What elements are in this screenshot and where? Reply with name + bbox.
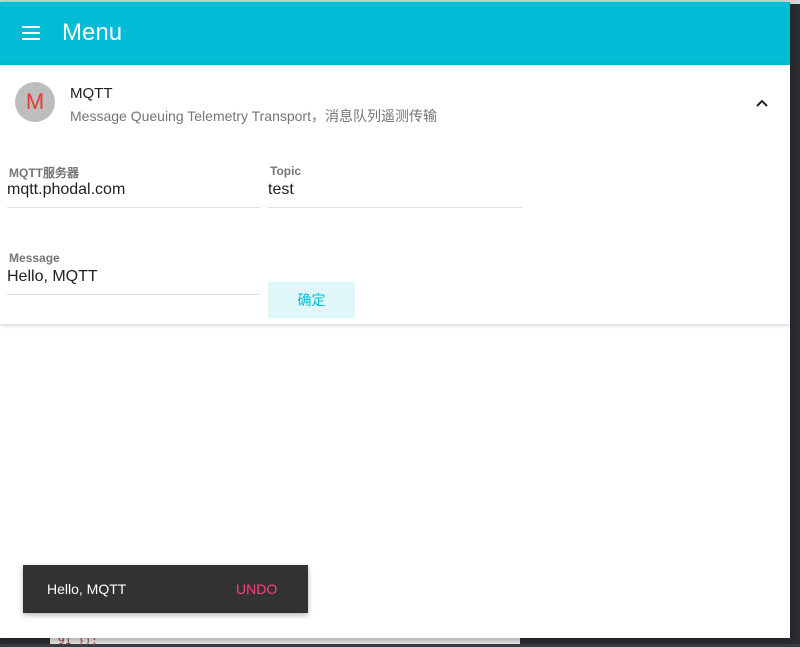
snackbar: Hello, MQTT UNDO [23, 565, 308, 613]
app-bar: Menu [0, 2, 790, 65]
app-window: Menu M MQTT Message Queuing Telemetry Tr… [0, 2, 790, 638]
confirm-button[interactable]: 确定 [268, 282, 355, 318]
topic-field: Topic [268, 164, 522, 210]
topic-input[interactable] [268, 177, 522, 203]
menu-icon[interactable] [22, 26, 40, 40]
message-underline [7, 294, 260, 295]
snackbar-message: Hello, MQTT [47, 581, 127, 597]
mqtt-server-input[interactable] [7, 177, 260, 203]
mqtt-server-underline [7, 207, 260, 208]
chevron-up-icon[interactable] [752, 93, 772, 113]
message-label: Message [9, 251, 60, 265]
mqtt-card: M MQTT Message Queuing Telemetry Transpo… [0, 65, 790, 324]
card-title: MQTT [70, 85, 113, 102]
avatar: M [15, 82, 55, 122]
message-input[interactable] [7, 264, 260, 290]
app-bar-title: Menu [62, 19, 123, 46]
card-subtitle: Message Queuing Telemetry Transport，消息队列… [70, 108, 437, 124]
mqtt-server-field: MQTT服务器 [7, 164, 260, 210]
snackbar-undo-button[interactable]: UNDO [236, 581, 277, 597]
card-header[interactable]: M MQTT Message Queuing Telemetry Transpo… [0, 65, 790, 137]
message-field: Message [7, 251, 260, 297]
topic-underline [268, 207, 522, 208]
topic-label: Topic [270, 164, 302, 178]
